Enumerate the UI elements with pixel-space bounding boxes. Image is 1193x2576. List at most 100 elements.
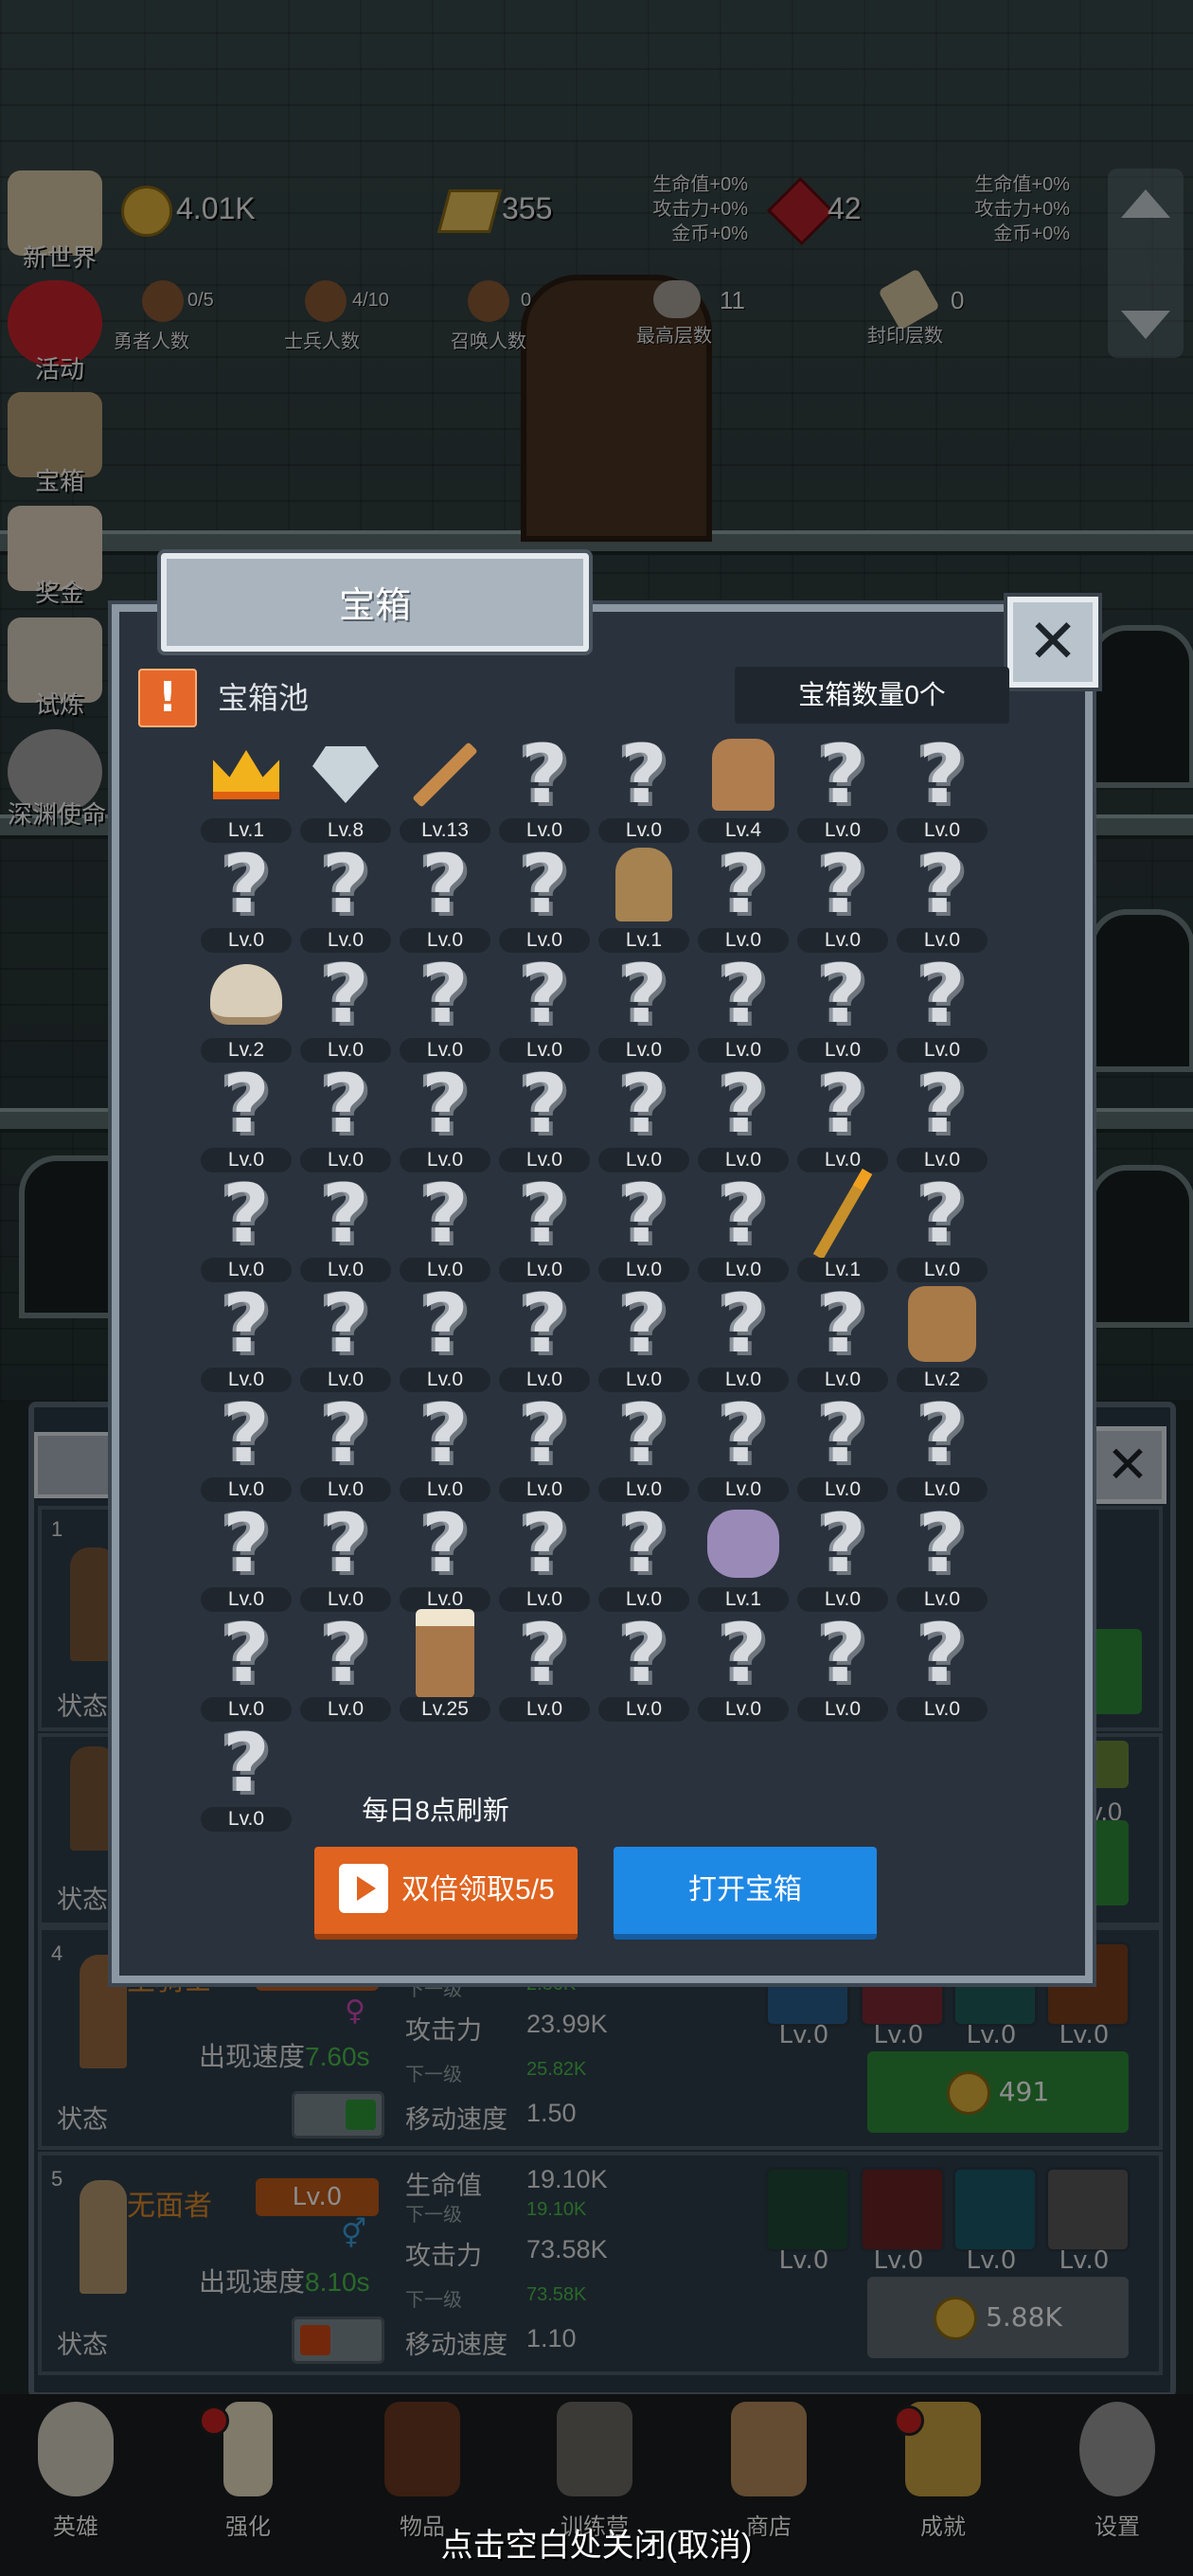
beer-icon (409, 1609, 481, 1698)
chest-pool-item[interactable]: Lv.1 (201, 735, 292, 845)
chest-pool-item[interactable]: ? Lv.0 (499, 1064, 590, 1174)
chest-pool-item[interactable]: Lv.1 (598, 845, 689, 955)
unknown-icon: ? (223, 1716, 270, 1811)
chest-pool-item[interactable]: ? Lv.0 (897, 1173, 988, 1284)
chest-pool-item[interactable]: ? Lv.0 (897, 1613, 988, 1724)
chest-pool-item[interactable]: ? Lv.0 (300, 1173, 391, 1284)
chest-pool-item[interactable]: ? Lv.0 (499, 844, 590, 955)
refresh-note: 每日8点刷新 (362, 1796, 509, 1825)
double-claim-button[interactable]: 双倍领取5/5 (314, 1847, 578, 1940)
unknown-icon: ? (819, 1277, 866, 1371)
unknown-icon: ? (521, 727, 568, 822)
unknown-icon: ? (620, 1496, 668, 1591)
chest-pool-item[interactable]: ? Lv.0 (698, 1173, 789, 1284)
chest-pool-item[interactable]: ? Lv.0 (400, 947, 490, 1064)
item-level: Lv.0 (698, 1697, 789, 1722)
video-icon (339, 1864, 388, 1913)
chest-pool-item[interactable]: ? Lv.0 (499, 1173, 590, 1284)
chest-pool-item[interactable]: ? Lv.0 (598, 954, 689, 1064)
unknown-icon: ? (421, 947, 469, 1042)
chest-pool-item[interactable]: ? Lv.0 (201, 1393, 292, 1504)
chest-pool-item[interactable]: ? Lv.0 (598, 1173, 689, 1284)
chest-pool-item[interactable]: ? Lv.0 (897, 1496, 988, 1614)
unknown-icon: ? (421, 1277, 469, 1371)
chest-pool-item[interactable]: ? Lv.0 (499, 1277, 590, 1394)
chest-pool-item[interactable]: ? Lv.0 (400, 1173, 490, 1284)
chest-pool-item[interactable]: ? Lv.0 (797, 1613, 888, 1724)
chest-pool-item[interactable]: ? Lv.0 (499, 954, 590, 1064)
chest-pool-item[interactable]: Lv.1 (698, 1504, 789, 1614)
close-modal-button[interactable]: ✕ (1007, 597, 1098, 688)
chest-pool-item[interactable]: Lv.2 (897, 1284, 988, 1394)
chest-pool-item[interactable]: ? Lv.0 (598, 1496, 689, 1614)
chest-pool-item[interactable]: ? Lv.0 (698, 1606, 789, 1724)
chest-pool-item[interactable]: ? Lv.0 (499, 1606, 590, 1724)
chest-pool-item[interactable]: ? Lv.0 (300, 1613, 391, 1724)
chest-pool-item[interactable]: ? Lv.0 (300, 1064, 391, 1174)
chest-pool-item[interactable]: ? Lv.0 (797, 1393, 888, 1504)
chest-pool-item[interactable]: ? Lv.0 (300, 844, 391, 955)
unknown-icon: ? (521, 1606, 568, 1701)
open-chest-button[interactable]: 打开宝箱 (614, 1847, 877, 1940)
chest-pool-item[interactable]: ? Lv.0 (201, 1716, 292, 1834)
chest-pool-item[interactable]: ? Lv.0 (897, 1064, 988, 1174)
chest-pool-item[interactable]: ? Lv.0 (797, 1503, 888, 1614)
chest-pool-item[interactable]: ? Lv.0 (201, 1173, 292, 1284)
chest-pool-item[interactable]: ? Lv.0 (797, 844, 888, 955)
chest-pool-item[interactable]: ? Lv.0 (698, 1393, 789, 1504)
exclamation-icon[interactable]: ! (138, 669, 197, 727)
chest-pool-item[interactable]: ? Lv.0 (598, 734, 689, 845)
chest-pool-item[interactable]: ? Lv.0 (201, 1613, 292, 1724)
unknown-icon: ? (720, 1606, 767, 1701)
unknown-icon: ? (918, 727, 966, 822)
close-tip[interactable]: 点击空白处关闭(取消) (0, 2519, 1193, 2566)
chest-pool-item[interactable]: ? Lv.0 (897, 727, 988, 845)
unknown-icon: ? (521, 1277, 568, 1371)
item-level: Lv.0 (797, 1697, 888, 1722)
unknown-icon: ? (421, 1496, 469, 1591)
chest-pool-item[interactable]: ? Lv.0 (797, 1277, 888, 1394)
chest-pool-item[interactable]: Lv.1 (797, 1168, 888, 1284)
chest-pool-item[interactable]: ? Lv.0 (698, 1283, 789, 1394)
chest-pool-item[interactable]: Lv.2 (201, 955, 292, 1064)
open-chest-label: 打开宝箱 (688, 1874, 802, 1905)
chest-pool-item[interactable]: ? Lv.0 (698, 1064, 789, 1174)
chest-pool-item[interactable]: ? Lv.0 (400, 844, 490, 955)
chest-pool-item[interactable]: ? Lv.0 (897, 954, 988, 1064)
chest-pool-item[interactable]: ? Lv.0 (400, 1496, 490, 1614)
chest-pool-item[interactable]: Lv.25 (400, 1609, 490, 1724)
chest-pool-item[interactable]: ? Lv.0 (201, 1064, 292, 1174)
chest-pool-item[interactable]: ? Lv.0 (400, 1064, 490, 1174)
chest-pool-item[interactable]: ? Lv.0 (300, 1283, 391, 1394)
chest-pool-item[interactable]: Lv.8 (300, 735, 391, 845)
chest-pool-item[interactable]: ? Lv.0 (598, 1283, 689, 1394)
chest-pool-item[interactable]: Lv.13 (400, 735, 490, 845)
chest-pool-item[interactable]: ? Lv.0 (300, 954, 391, 1064)
unknown-icon: ? (918, 1496, 966, 1591)
chest-pool-item[interactable]: ? Lv.0 (698, 844, 789, 955)
chest-pool-item[interactable]: ? Lv.0 (499, 1503, 590, 1614)
chest-pool-item[interactable]: ? Lv.0 (201, 1283, 292, 1394)
modal-title: 宝箱 (338, 586, 411, 626)
chest-pool-item[interactable]: ? Lv.0 (499, 1393, 590, 1504)
chest-pool-item[interactable]: ? Lv.0 (400, 1277, 490, 1394)
unknown-icon: ? (720, 1057, 767, 1152)
chest-pool-item[interactable]: ? Lv.0 (400, 1393, 490, 1504)
chest-pool-item[interactable]: Lv.4 (698, 735, 789, 845)
chest-pool-item[interactable]: ? Lv.0 (797, 954, 888, 1064)
chest-pool-item[interactable]: ? Lv.0 (598, 1064, 689, 1174)
chest-pool-item[interactable]: ? Lv.0 (897, 1393, 988, 1504)
chest-pool-label: 宝箱池 (218, 681, 310, 715)
chest-pool-item[interactable]: ? Lv.0 (598, 1613, 689, 1724)
item-level: Lv.0 (300, 1697, 391, 1722)
chest-pool-item[interactable]: ? Lv.0 (300, 1503, 391, 1614)
chest-pool-item[interactable]: ? Lv.0 (300, 1393, 391, 1504)
chest-pool-item[interactable]: ? Lv.0 (201, 844, 292, 955)
chest-pool-item[interactable]: ? Lv.0 (499, 727, 590, 845)
chest-pool-item[interactable]: ? Lv.0 (897, 844, 988, 955)
chest-pool-item[interactable]: ? Lv.0 (598, 1393, 689, 1504)
chest-pool-item[interactable]: ? Lv.0 (797, 734, 888, 845)
chest-pool-item[interactable]: ? Lv.0 (797, 1064, 888, 1174)
chest-pool-item[interactable]: ? Lv.0 (698, 954, 789, 1064)
chest-pool-item[interactable]: ? Lv.0 (201, 1503, 292, 1614)
